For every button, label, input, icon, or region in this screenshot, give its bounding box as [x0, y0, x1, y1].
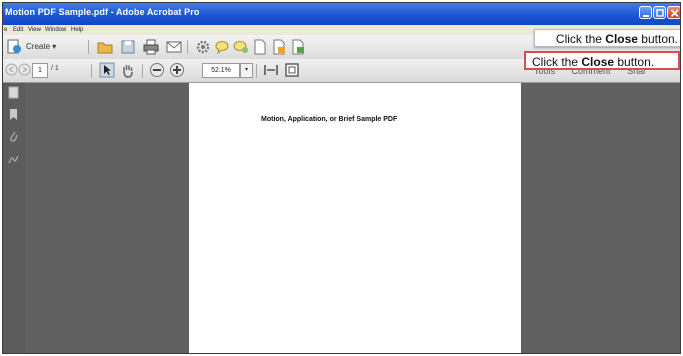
page-thumbnails-icon[interactable]: [8, 86, 19, 99]
close-button-instruction: Click the Close button.: [524, 51, 680, 70]
menu-file[interactable]: e: [4, 25, 7, 35]
left-navigation-pane: [3, 83, 25, 353]
fit-width-icon[interactable]: [263, 62, 279, 78]
maximize-icon: [656, 9, 664, 17]
comment-bubble-icon[interactable]: [214, 39, 230, 55]
close-button[interactable]: [667, 6, 680, 19]
close-icon: [670, 9, 679, 18]
document-form-icon[interactable]: [271, 39, 287, 55]
acrobat-window: Motion PDF Sample.pdf - Adobe Acrobat Pr…: [2, 2, 681, 354]
document-export-icon[interactable]: [290, 39, 306, 55]
document-icon[interactable]: [252, 39, 268, 55]
share-review-icon[interactable]: [233, 39, 249, 55]
close-button-tooltip: Click the Close button.: [534, 29, 680, 47]
attachments-icon[interactable]: [8, 130, 19, 143]
fit-page-icon[interactable]: [284, 62, 300, 78]
print-icon[interactable]: [143, 39, 159, 55]
toolbar-divider: [256, 64, 257, 78]
window-title: Motion PDF Sample.pdf - Adobe Acrobat Pr…: [5, 7, 200, 17]
zoom-level-input[interactable]: 52.1%: [202, 63, 240, 78]
toolbar-divider: [91, 64, 92, 78]
toolbar-divider: [142, 64, 143, 78]
bookmarks-icon[interactable]: [8, 108, 19, 121]
toolbar-divider: [187, 40, 188, 54]
toolbar-divider: [88, 40, 89, 54]
menu-view[interactable]: View: [28, 25, 41, 35]
minimize-icon: [643, 15, 649, 17]
menu-edit[interactable]: Edit: [13, 25, 23, 35]
open-folder-icon[interactable]: [97, 39, 113, 55]
save-icon[interactable]: [120, 39, 136, 55]
maximize-button[interactable]: [653, 6, 666, 19]
next-page-icon[interactable]: [18, 63, 31, 76]
document-heading: Motion, Application, or Brief Sample PDF: [261, 116, 398, 123]
zoom-in-icon[interactable]: [169, 62, 185, 78]
create-pdf-icon[interactable]: [6, 39, 22, 55]
page-count-label: / 1: [51, 65, 59, 72]
minimize-button[interactable]: [639, 6, 652, 19]
zoom-out-icon[interactable]: [149, 62, 165, 78]
menu-help[interactable]: Help: [71, 25, 83, 35]
hand-tool-icon[interactable]: [120, 62, 136, 78]
title-bar: Motion PDF Sample.pdf - Adobe Acrobat Pr…: [3, 3, 680, 25]
create-button[interactable]: Create ▾: [26, 42, 56, 51]
select-tool-icon[interactable]: [99, 62, 115, 78]
page-number-input[interactable]: 1: [32, 63, 48, 78]
settings-gear-icon[interactable]: [195, 39, 211, 55]
pdf-page[interactable]: Motion, Application, or Brief Sample PDF: [189, 83, 521, 353]
zoom-dropdown-button[interactable]: ▾: [240, 63, 253, 78]
email-icon[interactable]: [166, 39, 182, 55]
previous-page-icon[interactable]: [5, 63, 18, 76]
menu-window[interactable]: Window: [45, 25, 66, 35]
signatures-icon[interactable]: [8, 153, 19, 166]
